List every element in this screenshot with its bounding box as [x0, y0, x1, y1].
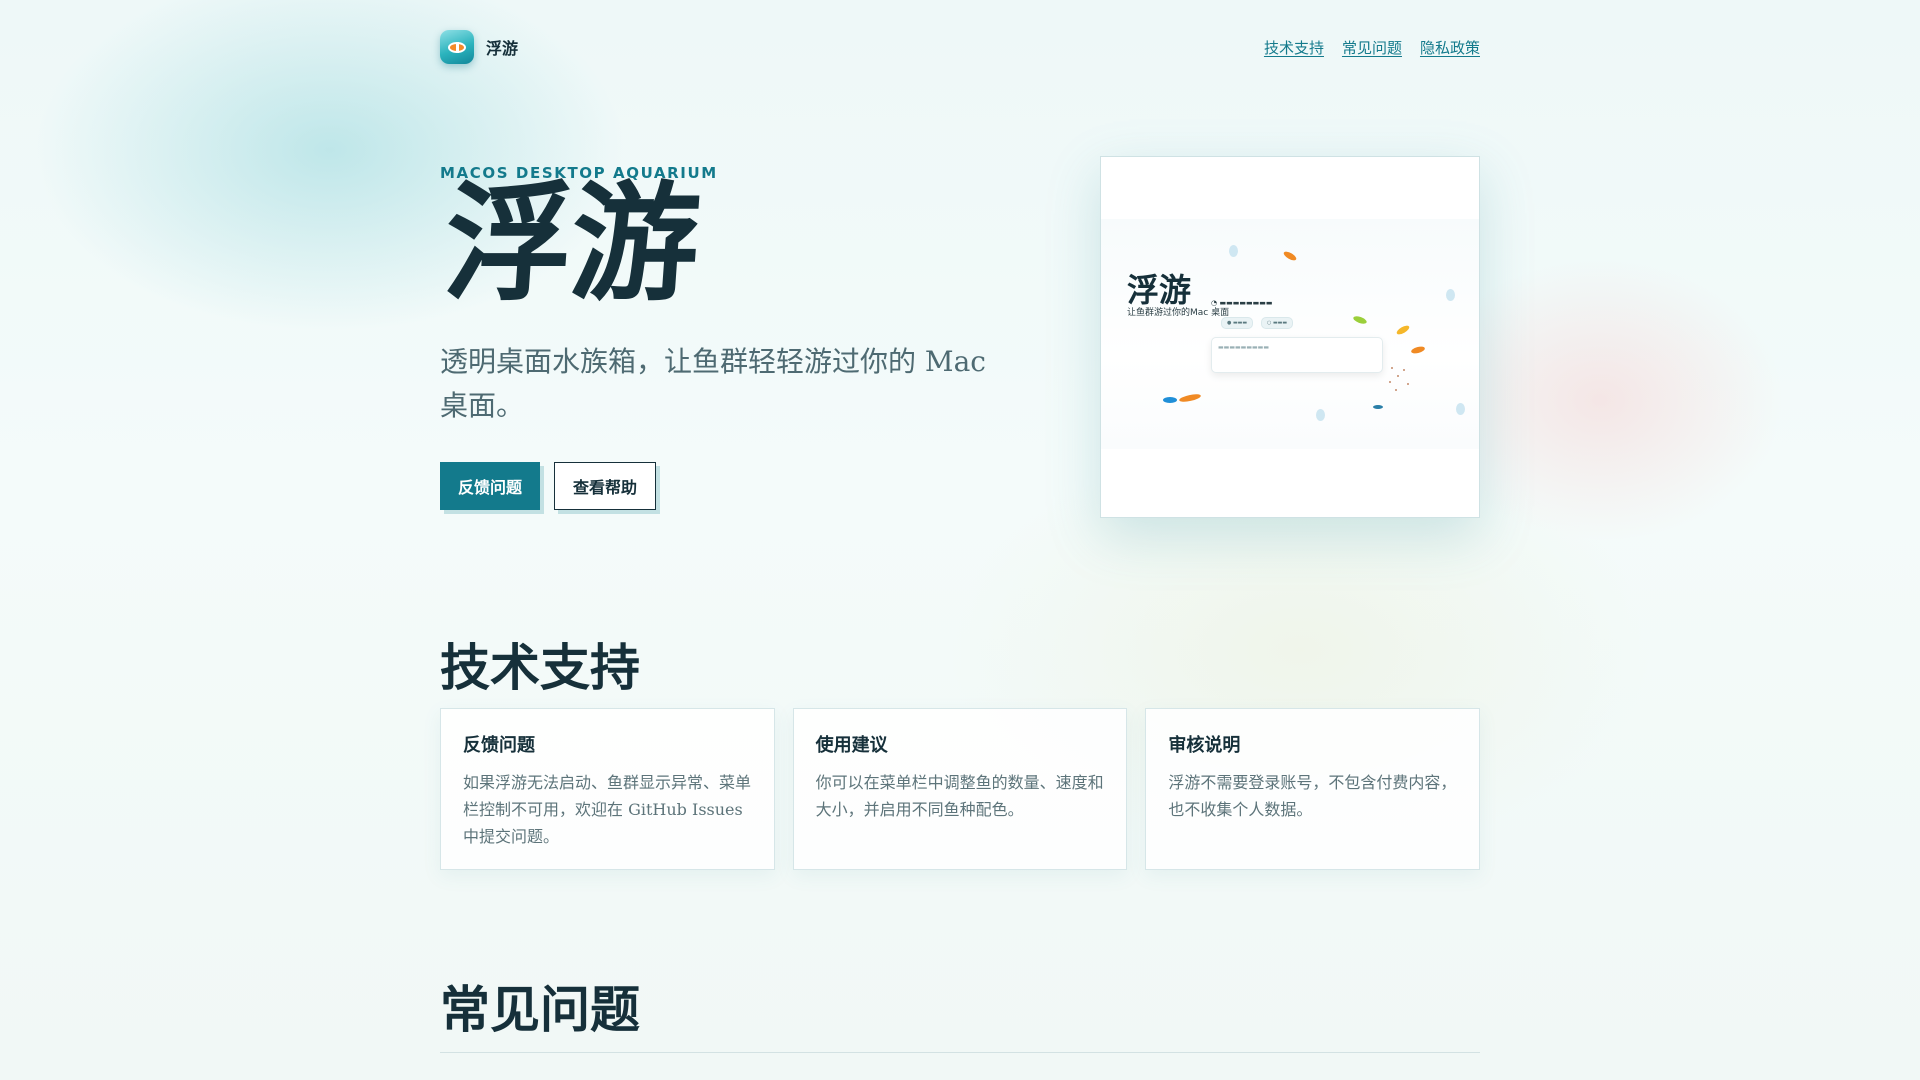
preview-input-box: ▬▬▬▬▬▬▬▬▬: [1211, 337, 1383, 373]
food-particle: [1397, 375, 1399, 377]
support-heading: 技术支持: [440, 639, 640, 697]
support-card-review: 审核说明 浮游不需要登录账号，不包含付费内容，也不收集个人数据。: [1145, 708, 1481, 870]
card-title: 审核说明: [1168, 735, 1241, 756]
top-nav: 技术支持 常见问题 隐私政策: [1264, 37, 1480, 58]
feedback-button[interactable]: 反馈问题: [440, 462, 541, 510]
preview-dialog-icon: ◔ ▬▬▬▬▬▬▬▬: [1211, 299, 1273, 307]
faq-divider: [440, 1052, 1480, 1053]
hero-title: 浮游: [439, 170, 703, 319]
bubble-icon: [1456, 403, 1465, 415]
card-body: 浮游不需要登录账号，不包含付费内容，也不收集个人数据。: [1168, 773, 1457, 819]
site-header: 浮游 技术支持 常见问题 隐私政策: [440, 28, 1480, 66]
food-particle: [1403, 369, 1405, 371]
nav-link-support[interactable]: 技术支持: [1264, 37, 1324, 58]
brand[interactable]: 浮游: [440, 30, 518, 64]
bubble-icon: [1446, 289, 1455, 301]
app-preview-image: 浮游 让鱼群游过你的Mac 桌面 ◔ ▬▬▬▬▬▬▬▬ ● ▬▬▬ ○ ▬▬▬ …: [1100, 156, 1480, 518]
food-particle: [1407, 383, 1409, 385]
page-container: 浮游 技术支持 常见问题 隐私政策 MACOS DESKTOP AQUARIUM…: [439, 0, 1481, 1080]
food-particle: [1395, 389, 1397, 391]
help-button[interactable]: 查看帮助: [554, 462, 657, 510]
fish-icon: [1373, 405, 1383, 409]
brand-name: 浮游: [486, 39, 519, 58]
support-cards: 反馈问题 如果浮游无法启动、鱼群显示异常、菜单栏控制不可用，欢迎在 GitHub…: [440, 708, 1481, 870]
preview-input-placeholder: ▬▬▬▬▬▬▬▬▬: [1218, 344, 1270, 351]
faq-heading: 常见问题: [440, 981, 640, 1039]
hero-actions: 反馈问题 查看帮助: [440, 462, 657, 510]
food-particle: [1391, 367, 1393, 369]
fish-icon: [1163, 397, 1177, 403]
support-card-tips: 使用建议 你可以在菜单栏中调整鱼的数量、速度和大小，并启用不同鱼种配色。: [792, 708, 1128, 870]
bubble-icon: [1316, 409, 1325, 421]
card-body: 你可以在菜单栏中调整鱼的数量、速度和大小，并启用不同鱼种配色。: [815, 773, 1104, 819]
food-particle: [1389, 381, 1391, 383]
nav-link-faq[interactable]: 常见问题: [1342, 37, 1402, 58]
clownfish-icon: [448, 42, 466, 53]
preview-chip: ○ ▬▬▬: [1261, 317, 1294, 329]
hero-subtitle: 透明桌面水族箱，让鱼群轻轻游过你的 Mac 桌面。: [440, 345, 986, 422]
card-title: 使用建议: [815, 735, 888, 756]
card-title: 反馈问题: [463, 735, 535, 756]
nav-link-privacy[interactable]: 隐私政策: [1420, 37, 1480, 58]
card-body: 如果浮游无法启动、鱼群显示异常、菜单栏控制不可用，欢迎在 GitHub Issu…: [463, 773, 752, 846]
app-icon: [440, 30, 474, 64]
support-card-feedback: 反馈问题 如果浮游无法启动、鱼群显示异常、菜单栏控制不可用，欢迎在 GitHub…: [440, 708, 775, 870]
bubble-icon: [1229, 245, 1238, 257]
preview-chip: ● ▬▬▬: [1221, 317, 1254, 329]
